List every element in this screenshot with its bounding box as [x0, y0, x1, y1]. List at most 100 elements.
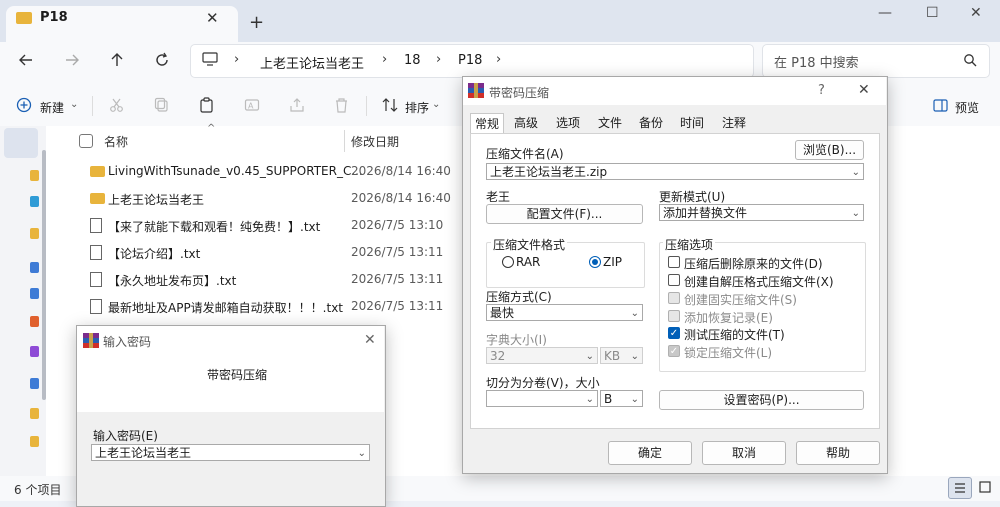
rar-radio[interactable] — [502, 256, 514, 268]
recovery-record-checkbox — [668, 310, 680, 322]
zip-radio[interactable] — [589, 256, 601, 268]
desktop-icon[interactable] — [30, 262, 39, 273]
column-separator[interactable] — [344, 130, 345, 152]
file-name[interactable]: 【永久地址发布页】.txt — [108, 272, 236, 289]
cancel-button[interactable]: 取消 — [702, 441, 786, 465]
close-tab-icon[interactable]: ✕ — [206, 9, 219, 27]
ok-button[interactable]: 确定 — [608, 441, 692, 465]
new-button[interactable]: 新建 — [40, 99, 64, 116]
delete-icon[interactable] — [334, 97, 349, 113]
browse-button[interactable]: 浏览(B)... — [795, 140, 864, 160]
close-icon[interactable]: ✕ — [858, 82, 870, 98]
column-header-name[interactable]: 名称 — [104, 133, 128, 150]
file-name[interactable]: 上老王论坛当老王 — [108, 191, 204, 208]
folder-icon[interactable] — [30, 408, 39, 419]
tab-comment[interactable]: 注释 — [718, 113, 750, 133]
delete-after-checkbox[interactable] — [668, 256, 680, 268]
pictures-icon[interactable] — [30, 378, 39, 389]
file-name[interactable]: 【来了就能下载和观看！纯免费！】.txt — [108, 218, 320, 235]
preview-pane-icon[interactable] — [933, 99, 948, 112]
file-date: 2026/8/14 16:40 — [351, 191, 451, 205]
new-tab-icon[interactable]: + — [249, 12, 264, 33]
forward-icon[interactable] — [64, 52, 80, 68]
compression-method-select[interactable]: 最快 ⌄ — [486, 304, 643, 321]
dictionary-size-label: 字典大小(I) — [486, 333, 547, 347]
profiles-button[interactable]: 配置文件(F)... — [486, 204, 643, 224]
archive-format-label: 压缩文件格式 — [491, 236, 568, 253]
folder-icon[interactable] — [30, 170, 39, 181]
minimize-icon[interactable]: — — [878, 5, 892, 21]
tab-advanced[interactable]: 高级 — [510, 113, 542, 133]
copy-icon[interactable] — [154, 97, 169, 113]
search-input[interactable]: 在 P18 中搜索 — [774, 52, 859, 71]
svg-text:A: A — [248, 102, 254, 111]
compression-method-label: 压缩方式(C) — [486, 290, 552, 304]
column-header-modified[interactable]: 修改日期 — [351, 133, 399, 150]
folder-icon[interactable] — [30, 436, 39, 447]
file-date: 2026/7/5 13:11 — [351, 245, 444, 259]
file-name[interactable]: LivingWithTsunade_v0.45_SUPPORTER_C... — [108, 164, 363, 178]
close-icon[interactable]: ✕ — [364, 332, 376, 348]
help-button[interactable]: 帮助 — [796, 441, 880, 465]
tab-general[interactable]: 常规 — [470, 113, 504, 135]
file-name[interactable]: 最新地址及APP请发邮箱自动获取！！！.txt — [108, 299, 343, 316]
nav-pane-selected-item[interactable] — [4, 128, 38, 158]
test-archive-checkbox[interactable]: ✓ — [668, 327, 680, 339]
folder-icon[interactable] — [30, 228, 39, 239]
select-all-checkbox[interactable] — [79, 134, 93, 148]
chevron-down-icon: ⌄ — [851, 167, 860, 178]
tab-files[interactable]: 文件 — [594, 113, 626, 133]
chevron-right-icon: › — [436, 52, 442, 67]
cut-icon[interactable] — [109, 97, 124, 113]
preview-button[interactable]: 预览 — [955, 99, 979, 116]
update-mode-select[interactable]: 添加并替换文件 ⌄ — [659, 204, 864, 221]
sort-button[interactable]: 排序 — [405, 99, 429, 116]
help-icon[interactable]: ? — [818, 83, 825, 98]
chevron-down-icon: ⌄ — [630, 308, 639, 319]
sort-icon[interactable] — [382, 98, 398, 112]
test-archive-label[interactable]: 测试压缩的文件(T) — [684, 326, 785, 343]
tiles-view-button[interactable] — [974, 477, 996, 497]
tab-options[interactable]: 选项 — [552, 113, 584, 133]
file-name[interactable]: 【论坛介绍】.txt — [108, 245, 200, 262]
rename-icon[interactable]: A — [244, 97, 260, 113]
file-date: 2026/7/5 13:10 — [351, 218, 444, 232]
navigation-pane — [0, 126, 46, 501]
up-icon[interactable] — [109, 52, 125, 68]
sfx-label[interactable]: 创建自解压格式压缩文件(X) — [684, 273, 834, 290]
details-view-button[interactable] — [948, 477, 972, 499]
paste-icon[interactable] — [199, 97, 214, 113]
sfx-checkbox[interactable] — [668, 274, 680, 286]
chevron-down-icon: ⌄ — [432, 99, 441, 110]
download-icon[interactable] — [30, 288, 39, 299]
recovery-record-label: 添加恢复记录(E) — [684, 311, 773, 325]
new-icon[interactable] — [16, 97, 32, 113]
zip-label[interactable]: ZIP — [603, 255, 622, 269]
close-window-icon[interactable]: ✕ — [970, 5, 982, 21]
maximize-icon[interactable]: ☐ — [926, 5, 939, 21]
breadcrumb-item[interactable]: 18 — [404, 53, 421, 68]
tab-time[interactable]: 时间 — [676, 113, 708, 133]
breadcrumb-item[interactable]: P18 — [458, 53, 482, 68]
set-password-button[interactable]: 设置密码(P)... — [659, 390, 864, 410]
rar-label[interactable]: RAR — [516, 255, 540, 269]
folder-icon — [16, 12, 32, 24]
music-icon[interactable] — [30, 316, 39, 327]
archive-name-input[interactable]: 上老王论坛当老王.zip ⌄ — [486, 163, 864, 180]
chevron-down-icon: ⌄ — [585, 394, 594, 405]
share-icon[interactable] — [289, 97, 305, 113]
delete-after-label[interactable]: 压缩后删除原来的文件(D) — [684, 255, 823, 272]
refresh-icon[interactable] — [154, 52, 170, 68]
split-volume-select[interactable]: ⌄ — [486, 390, 598, 407]
back-icon[interactable] — [18, 52, 34, 68]
breadcrumb-item[interactable]: 上老王论坛当老王 — [260, 53, 364, 72]
cloud-icon[interactable] — [30, 196, 39, 207]
password-input[interactable]: 上老王论坛当老王 ⌄ — [91, 444, 370, 461]
solid-label: 创建固实压缩文件(S) — [684, 293, 797, 307]
videos-icon[interactable] — [30, 346, 39, 357]
tab-backup[interactable]: 备份 — [635, 113, 667, 133]
lock-archive-checkbox: ✓ — [668, 345, 680, 357]
text-file-icon — [90, 272, 102, 287]
split-unit-select[interactable]: B ⌄ — [600, 390, 643, 407]
password-field-label: 输入密码(E) — [93, 429, 158, 443]
